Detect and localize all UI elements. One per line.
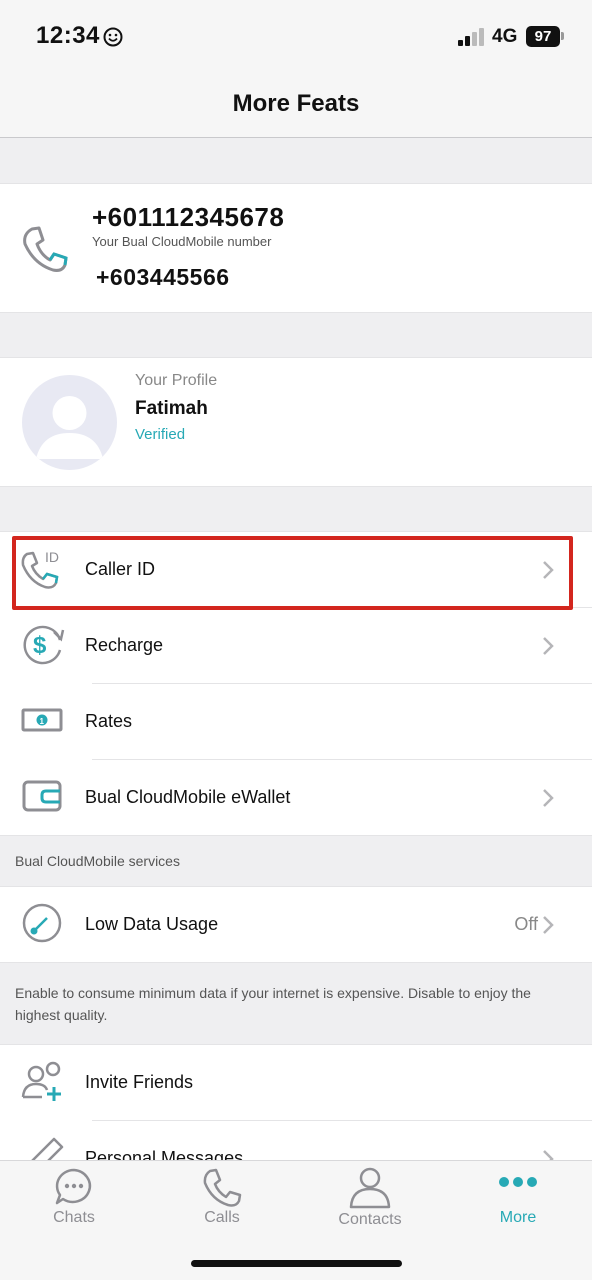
personal-messages-row[interactable]: Personal Messages — [0, 1121, 592, 1164]
tab-label: Calls — [204, 1209, 240, 1226]
low-data-label: Low Data Usage — [85, 914, 219, 934]
more-items-card: Invite Friends Personal Messages — [0, 1044, 592, 1164]
menu-item-label: Bual CloudMobile eWallet — [85, 787, 291, 807]
tab-contacts[interactable]: Contacts — [296, 1161, 444, 1251]
status-bar: 12:34 4G 97 — [0, 0, 592, 72]
home-indicator — [191, 1260, 402, 1267]
menu-item-recharge[interactable]: $ Recharge — [0, 608, 592, 684]
numbers-card: +601112345678 Your Bual CloudMobile numb… — [0, 183, 592, 313]
invite-friends-row[interactable]: Invite Friends — [0, 1045, 592, 1121]
menu-item-label: Recharge — [85, 635, 164, 655]
banknote-icon: 1 — [21, 708, 63, 732]
signal-icon — [458, 28, 484, 46]
tab-label: More — [499, 1209, 537, 1226]
battery-indicator: 97 — [526, 26, 560, 47]
low-data-card: Low Data Usage Off — [0, 886, 592, 963]
tab-calls[interactable]: Calls — [148, 1161, 296, 1251]
profile-verified-status: Verified — [135, 426, 186, 443]
profile-label: Your Profile — [135, 372, 218, 389]
chevron-right-icon — [543, 637, 554, 655]
svg-text:$: $ — [33, 632, 47, 659]
add-friend-icon — [21, 1061, 61, 1101]
battery-tip — [561, 32, 564, 40]
chevron-right-icon — [543, 916, 554, 934]
page-title: More Feats — [232, 90, 360, 117]
chat-bubble-icon — [55, 1168, 92, 1205]
tab-label: Contacts — [338, 1211, 402, 1228]
network-label: 4G — [492, 26, 518, 47]
svg-text:1: 1 — [40, 717, 45, 726]
tab-label: Chats — [53, 1209, 95, 1226]
tab-chats[interactable]: Chats — [0, 1161, 148, 1251]
status-time: 12:34 — [36, 22, 100, 49]
invite-friends-label: Invite Friends — [85, 1072, 194, 1092]
low-data-help-text: Enable to consume minimum data if your i… — [15, 985, 531, 1023]
menu-item-label: Rates — [85, 711, 133, 731]
section-caption: Bual CloudMobile services — [15, 853, 180, 869]
nav-header: More Feats — [0, 72, 592, 138]
profile-name: Fatimah — [135, 398, 208, 419]
more-dots-icon — [499, 1177, 537, 1187]
avatar-placeholder-icon — [36, 396, 103, 459]
profile-card[interactable]: Your Profile Fatimah Verified — [0, 357, 592, 487]
avatar[interactable] — [22, 375, 117, 470]
wallet-icon — [22, 780, 62, 812]
secondary-number: +603445566 — [96, 264, 230, 290]
highlight-box — [12, 536, 573, 610]
phone-icon — [23, 226, 68, 272]
tab-more[interactable]: More — [444, 1161, 592, 1251]
smiley-icon — [103, 27, 123, 47]
person-icon — [349, 1167, 391, 1209]
low-data-usage-row[interactable]: Low Data Usage Off — [0, 887, 592, 963]
number-caption: Your Bual CloudMobile number — [92, 234, 272, 249]
primary-number: +601112345678 — [92, 202, 285, 232]
menu-item-rates[interactable]: 1 Rates — [0, 684, 592, 760]
phone-icon — [203, 1168, 242, 1207]
speed-gauge-icon — [22, 903, 62, 943]
chevron-right-icon — [543, 789, 554, 807]
dollar-refresh-icon: $ — [23, 625, 65, 665]
menu-item-ewallet[interactable]: Bual CloudMobile eWallet — [0, 760, 592, 836]
low-data-value: Off — [514, 914, 538, 934]
